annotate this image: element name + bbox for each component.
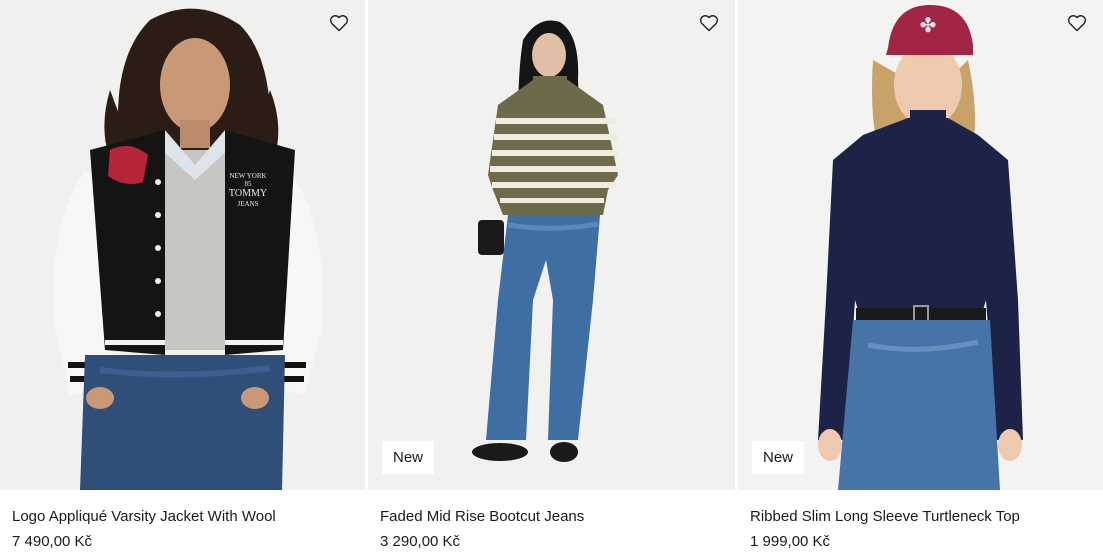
product-photo-bootcut-jeans[interactable]: New [368, 0, 735, 490]
jacket-lettering-line4: JEANS [237, 200, 258, 208]
add-to-wishlist-button[interactable] [329, 14, 351, 36]
model-illustration: NEW YORK 85 TOMMY JEANS [0, 0, 365, 490]
model-illustration [368, 0, 735, 490]
new-badge: New [382, 441, 435, 474]
heart-icon [699, 15, 719, 32]
model-illustration: ✤ [738, 0, 1103, 490]
product-card[interactable]: ✤ New Ribbed Slim Long Sleeve Turtleneck… [738, 0, 1103, 560]
product-photo-turtleneck-top[interactable]: ✤ New [738, 0, 1103, 490]
jacket-lettering-line3: TOMMY [229, 188, 267, 199]
new-badge: New [752, 441, 805, 474]
product-meta: Faded Mid Rise Bootcut Jeans 3 290,00 Kč [380, 507, 727, 551]
product-card[interactable]: New Faded Mid Rise Bootcut Jeans 3 290,0… [368, 0, 735, 560]
product-name[interactable]: Faded Mid Rise Bootcut Jeans [380, 507, 727, 526]
product-photo-varsity-jacket[interactable]: NEW YORK 85 TOMMY JEANS [0, 0, 365, 490]
cap-logo-icon: ✤ [920, 15, 937, 37]
heart-icon [1067, 15, 1087, 32]
heart-icon [329, 15, 349, 32]
jacket-lettering-line1: NEW YORK [229, 172, 266, 180]
jacket-lettering-line2: 85 [245, 180, 253, 188]
add-to-wishlist-button[interactable] [699, 14, 721, 36]
product-name[interactable]: Ribbed Slim Long Sleeve Turtleneck Top [750, 507, 1095, 526]
product-card[interactable]: NEW YORK 85 TOMMY JEANS Logo Appliqué Va… [0, 0, 365, 560]
product-meta: Ribbed Slim Long Sleeve Turtleneck Top 1… [750, 507, 1095, 551]
product-price: 7 490,00 Kč [12, 533, 93, 550]
product-price: 1 999,00 Kč [750, 533, 831, 550]
product-name[interactable]: Logo Appliqué Varsity Jacket With Wool [12, 507, 357, 526]
add-to-wishlist-button[interactable] [1067, 14, 1089, 36]
product-grid: NEW YORK 85 TOMMY JEANS Logo Appliqué Va… [0, 0, 1103, 560]
product-meta: Logo Appliqué Varsity Jacket With Wool 7… [12, 507, 357, 551]
product-price: 3 290,00 Kč [380, 533, 461, 550]
